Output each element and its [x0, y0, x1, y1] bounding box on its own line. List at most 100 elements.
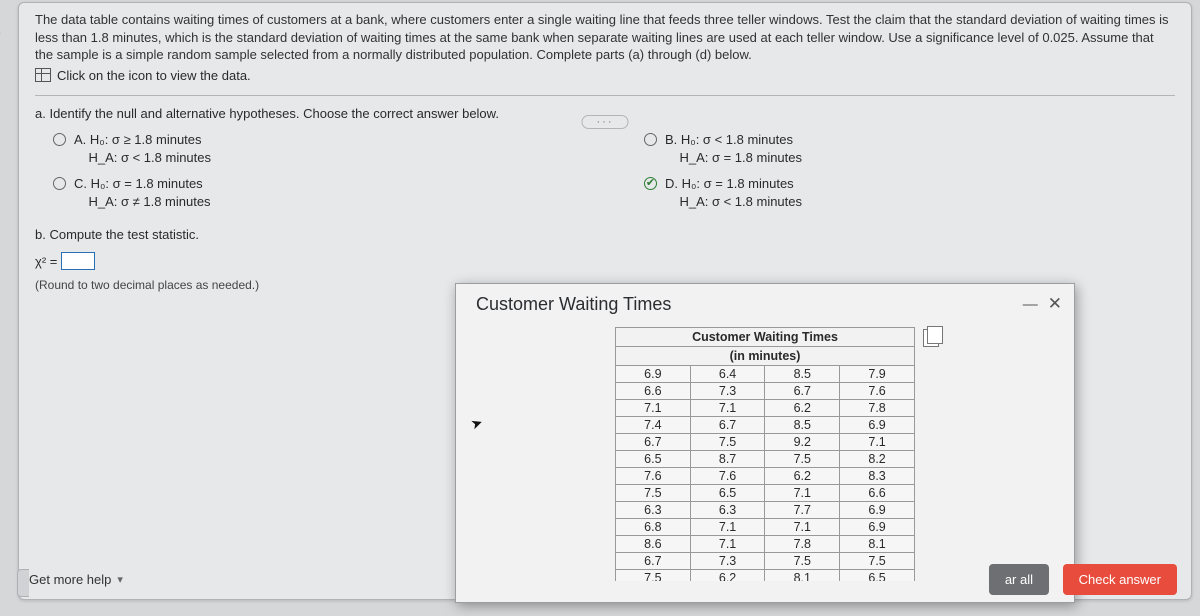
- chi-square-label: χ² =: [35, 254, 57, 269]
- table-cell: 7.7: [765, 502, 840, 519]
- option-a[interactable]: A. H₀: σ ≥ 1.8 minutes H_A: σ < 1.8 minu…: [53, 131, 584, 167]
- table-row: 7.17.16.27.8: [616, 400, 915, 417]
- table-cell: 7.8: [765, 536, 840, 553]
- table-cell: 6.9: [840, 417, 915, 434]
- radio-b[interactable]: [644, 133, 657, 146]
- option-d[interactable]: D. H₀: σ = 1.8 minutes H_A: σ < 1.8 minu…: [644, 175, 1175, 211]
- table-cell: 6.6: [616, 383, 691, 400]
- table-cell: 6.5: [616, 451, 691, 468]
- table-row: 7.46.78.56.9: [616, 417, 915, 434]
- table-cell: 6.9: [840, 502, 915, 519]
- table-row: 6.67.36.77.6: [616, 383, 915, 400]
- table-cell: 6.7: [765, 383, 840, 400]
- table-row: 6.36.37.76.9: [616, 502, 915, 519]
- radio-d[interactable]: [644, 177, 657, 190]
- table-cell: 6.7: [690, 417, 765, 434]
- close-icon[interactable]: ✕: [1048, 294, 1062, 314]
- get-more-help-link[interactable]: Get more help ▾: [19, 566, 133, 593]
- table-cell: 8.1: [840, 536, 915, 553]
- dialog-title: Customer Waiting Times: [476, 294, 671, 315]
- problem-statement: The data table contains waiting times of…: [35, 11, 1175, 64]
- minimize-icon[interactable]: —: [1023, 296, 1038, 313]
- table-cell: 7.1: [765, 519, 840, 536]
- table-cell: 7.1: [765, 485, 840, 502]
- data-table: Customer Waiting Times (in minutes) 6.96…: [615, 327, 915, 581]
- table-cell: 8.6: [616, 536, 691, 553]
- table-icon[interactable]: [35, 68, 51, 82]
- table-cell: 7.1: [690, 519, 765, 536]
- table-cell: 7.1: [690, 400, 765, 417]
- table-row: 7.67.66.28.3: [616, 468, 915, 485]
- radio-c[interactable]: [53, 177, 66, 190]
- option-a-letter: A.: [74, 132, 86, 147]
- table-cell: 8.2: [840, 451, 915, 468]
- table-cell: 9.2: [765, 434, 840, 451]
- option-b-h0: H₀: σ < 1.8 minutes: [681, 132, 793, 147]
- table-cell: 7.6: [690, 468, 765, 485]
- table-cell: 6.6: [840, 485, 915, 502]
- table-row: 8.67.17.88.1: [616, 536, 915, 553]
- table-cell: 7.5: [765, 451, 840, 468]
- options-grid: A. H₀: σ ≥ 1.8 minutes H_A: σ < 1.8 minu…: [53, 131, 1175, 212]
- radio-a[interactable]: [53, 133, 66, 146]
- table-cell: 7.1: [616, 400, 691, 417]
- table-cell: 7.5: [690, 434, 765, 451]
- caret-down-icon: ▾: [117, 573, 123, 586]
- data-dialog: Customer Waiting Times — ✕ Customer Wait…: [455, 283, 1075, 603]
- table-cell: 7.4: [616, 417, 691, 434]
- rounding-hint: (Round to two decimal places as needed.): [35, 278, 455, 292]
- table-cell: 6.5: [690, 485, 765, 502]
- table-row: 7.56.57.16.6: [616, 485, 915, 502]
- back-arrow-icon[interactable]: ←: [0, 20, 4, 41]
- check-answer-button[interactable]: Check answer: [1063, 564, 1177, 595]
- option-c-ha: H_A: σ ≠ 1.8 minutes: [88, 194, 210, 209]
- table-cell: 8.3: [840, 468, 915, 485]
- clear-all-button[interactable]: ar all: [989, 564, 1049, 595]
- copy-icon[interactable]: [923, 329, 939, 347]
- option-c[interactable]: C. H₀: σ = 1.8 minutes H_A: σ ≠ 1.8 minu…: [53, 175, 584, 211]
- option-c-letter: C.: [74, 176, 87, 191]
- table-row: 6.58.77.58.2: [616, 451, 915, 468]
- option-d-h0: H₀: σ = 1.8 minutes: [682, 176, 794, 191]
- option-b-letter: B.: [665, 132, 677, 147]
- table-cell: 8.5: [765, 366, 840, 383]
- footer-bar: Get more help ▾ ar all Check answer: [19, 564, 1191, 595]
- table-cell: 8.7: [690, 451, 765, 468]
- table-cell: 6.3: [690, 502, 765, 519]
- table-row: 6.77.59.27.1: [616, 434, 915, 451]
- table-cell: 6.2: [765, 468, 840, 485]
- table-cell: 7.1: [690, 536, 765, 553]
- table-cell: 6.3: [616, 502, 691, 519]
- dialog-header: Customer Waiting Times — ✕: [456, 284, 1074, 321]
- option-a-ha: H_A: σ < 1.8 minutes: [88, 150, 211, 165]
- ellipsis-pill[interactable]: ···: [582, 115, 629, 129]
- table-cell: 6.9: [840, 519, 915, 536]
- table-cell: 7.5: [616, 485, 691, 502]
- view-data-link[interactable]: Click on the icon to view the data.: [57, 68, 251, 83]
- table-cell: 8.5: [765, 417, 840, 434]
- table-cell: 6.2: [765, 400, 840, 417]
- option-a-h0: H₀: σ ≥ 1.8 minutes: [90, 132, 202, 147]
- table-cell: 6.9: [616, 366, 691, 383]
- dialog-body: Customer Waiting Times (in minutes) 6.96…: [456, 321, 1074, 581]
- table-cell: 6.7: [616, 434, 691, 451]
- table-row: 6.96.48.57.9: [616, 366, 915, 383]
- table-title: Customer Waiting Times: [616, 328, 915, 347]
- table-cell: 6.8: [616, 519, 691, 536]
- option-b[interactable]: B. H₀: σ < 1.8 minutes H_A: σ = 1.8 minu…: [644, 131, 1175, 167]
- option-b-ha: H_A: σ = 1.8 minutes: [679, 150, 802, 165]
- option-d-letter: D.: [665, 176, 678, 191]
- section-divider: [35, 95, 1175, 96]
- help-label: Get more help: [29, 572, 111, 587]
- table-cell: 6.4: [690, 366, 765, 383]
- table-cell: 7.6: [616, 468, 691, 485]
- question-card: The data table contains waiting times of…: [18, 2, 1192, 600]
- part-b-prompt: b. Compute the test statistic.: [35, 227, 455, 242]
- view-data-row[interactable]: Click on the icon to view the data.: [35, 68, 1175, 83]
- table-cell: 7.9: [840, 366, 915, 383]
- chi-square-input[interactable]: [61, 252, 95, 270]
- table-subtitle: (in minutes): [616, 347, 915, 366]
- option-d-ha: H_A: σ < 1.8 minutes: [679, 194, 802, 209]
- option-c-h0: H₀: σ = 1.8 minutes: [91, 176, 203, 191]
- table-cell: 7.3: [690, 383, 765, 400]
